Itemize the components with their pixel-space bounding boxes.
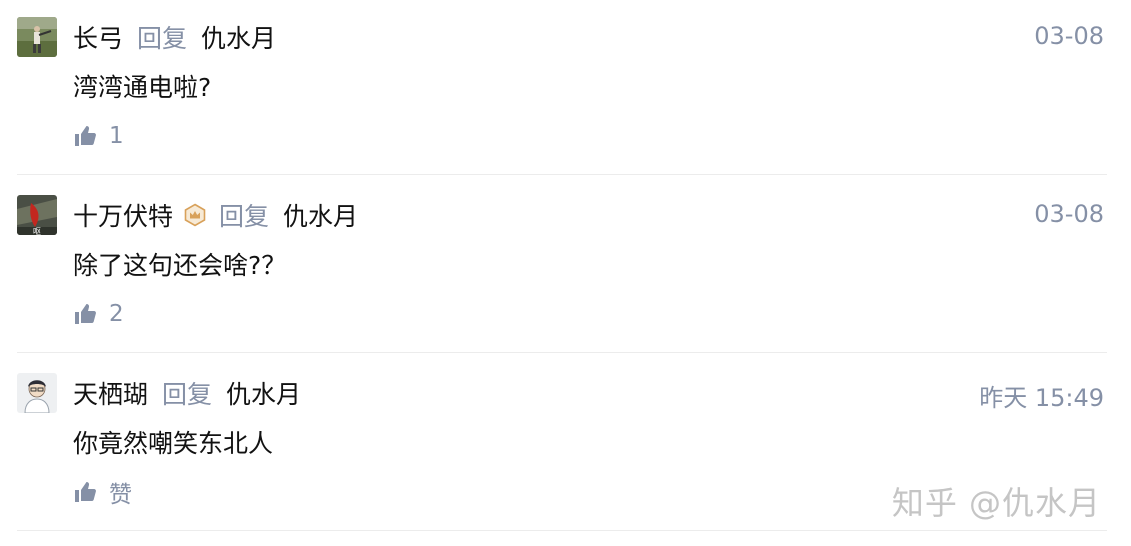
- like-count: 1: [109, 123, 124, 149]
- svg-text:呕: 呕: [33, 227, 41, 235]
- divider: [17, 352, 1107, 353]
- reply-target-name[interactable]: 仇水月: [283, 197, 358, 233]
- reply-label: 回复: [219, 202, 270, 231]
- author-name[interactable]: 长弓: [73, 19, 123, 55]
- comment-header: 天栖瑚 回复 仇水月: [73, 375, 301, 411]
- avatar[interactable]: [17, 373, 57, 413]
- avatar[interactable]: [17, 17, 57, 57]
- comment-content: 除了这句还会啥?？: [73, 251, 287, 280]
- like-button[interactable]: 1: [73, 120, 124, 152]
- crown-badge-icon[interactable]: [183, 203, 207, 227]
- avatar[interactable]: 呕: [17, 195, 57, 235]
- reply-target-name[interactable]: 仇水月: [226, 375, 301, 411]
- divider: [17, 174, 1107, 175]
- like-button[interactable]: 赞: [73, 476, 132, 508]
- comment-time: 昨天 15:49: [979, 384, 1104, 412]
- comment-item: 呕 十万伏特 回复 仇水月 03-08 除了这句还会啥?？ 2: [0, 178, 1131, 357]
- comment-time: 03-08: [1034, 22, 1104, 50]
- reply-label: 回复: [137, 24, 188, 53]
- reply-target-name[interactable]: 仇水月: [201, 19, 276, 55]
- author-name[interactable]: 十万伏特: [73, 197, 173, 233]
- comment-content: 湾湾通电啦?: [73, 73, 212, 102]
- comment-content: 你竟然嘲笑东北人: [73, 429, 274, 458]
- thumbs-up-icon: [73, 302, 97, 326]
- reply-label: 回复: [162, 380, 213, 409]
- like-button[interactable]: 2: [73, 298, 124, 330]
- divider: [17, 530, 1107, 531]
- like-count: 2: [109, 301, 124, 327]
- like-label: 赞: [109, 482, 132, 508]
- author-name[interactable]: 天栖瑚: [73, 375, 148, 411]
- watermark: 知乎 @仇水月: [891, 484, 1101, 522]
- comment-header: 十万伏特 回复 仇水月: [73, 197, 358, 233]
- thumbs-up-icon: [73, 480, 97, 504]
- comment-time: 03-08: [1034, 200, 1104, 228]
- comment-header: 长弓 回复 仇水月: [73, 19, 276, 55]
- thumbs-up-icon: [73, 124, 97, 148]
- comment-item: 长弓 回复 仇水月 03-08 湾湾通电啦? 1: [0, 0, 1131, 179]
